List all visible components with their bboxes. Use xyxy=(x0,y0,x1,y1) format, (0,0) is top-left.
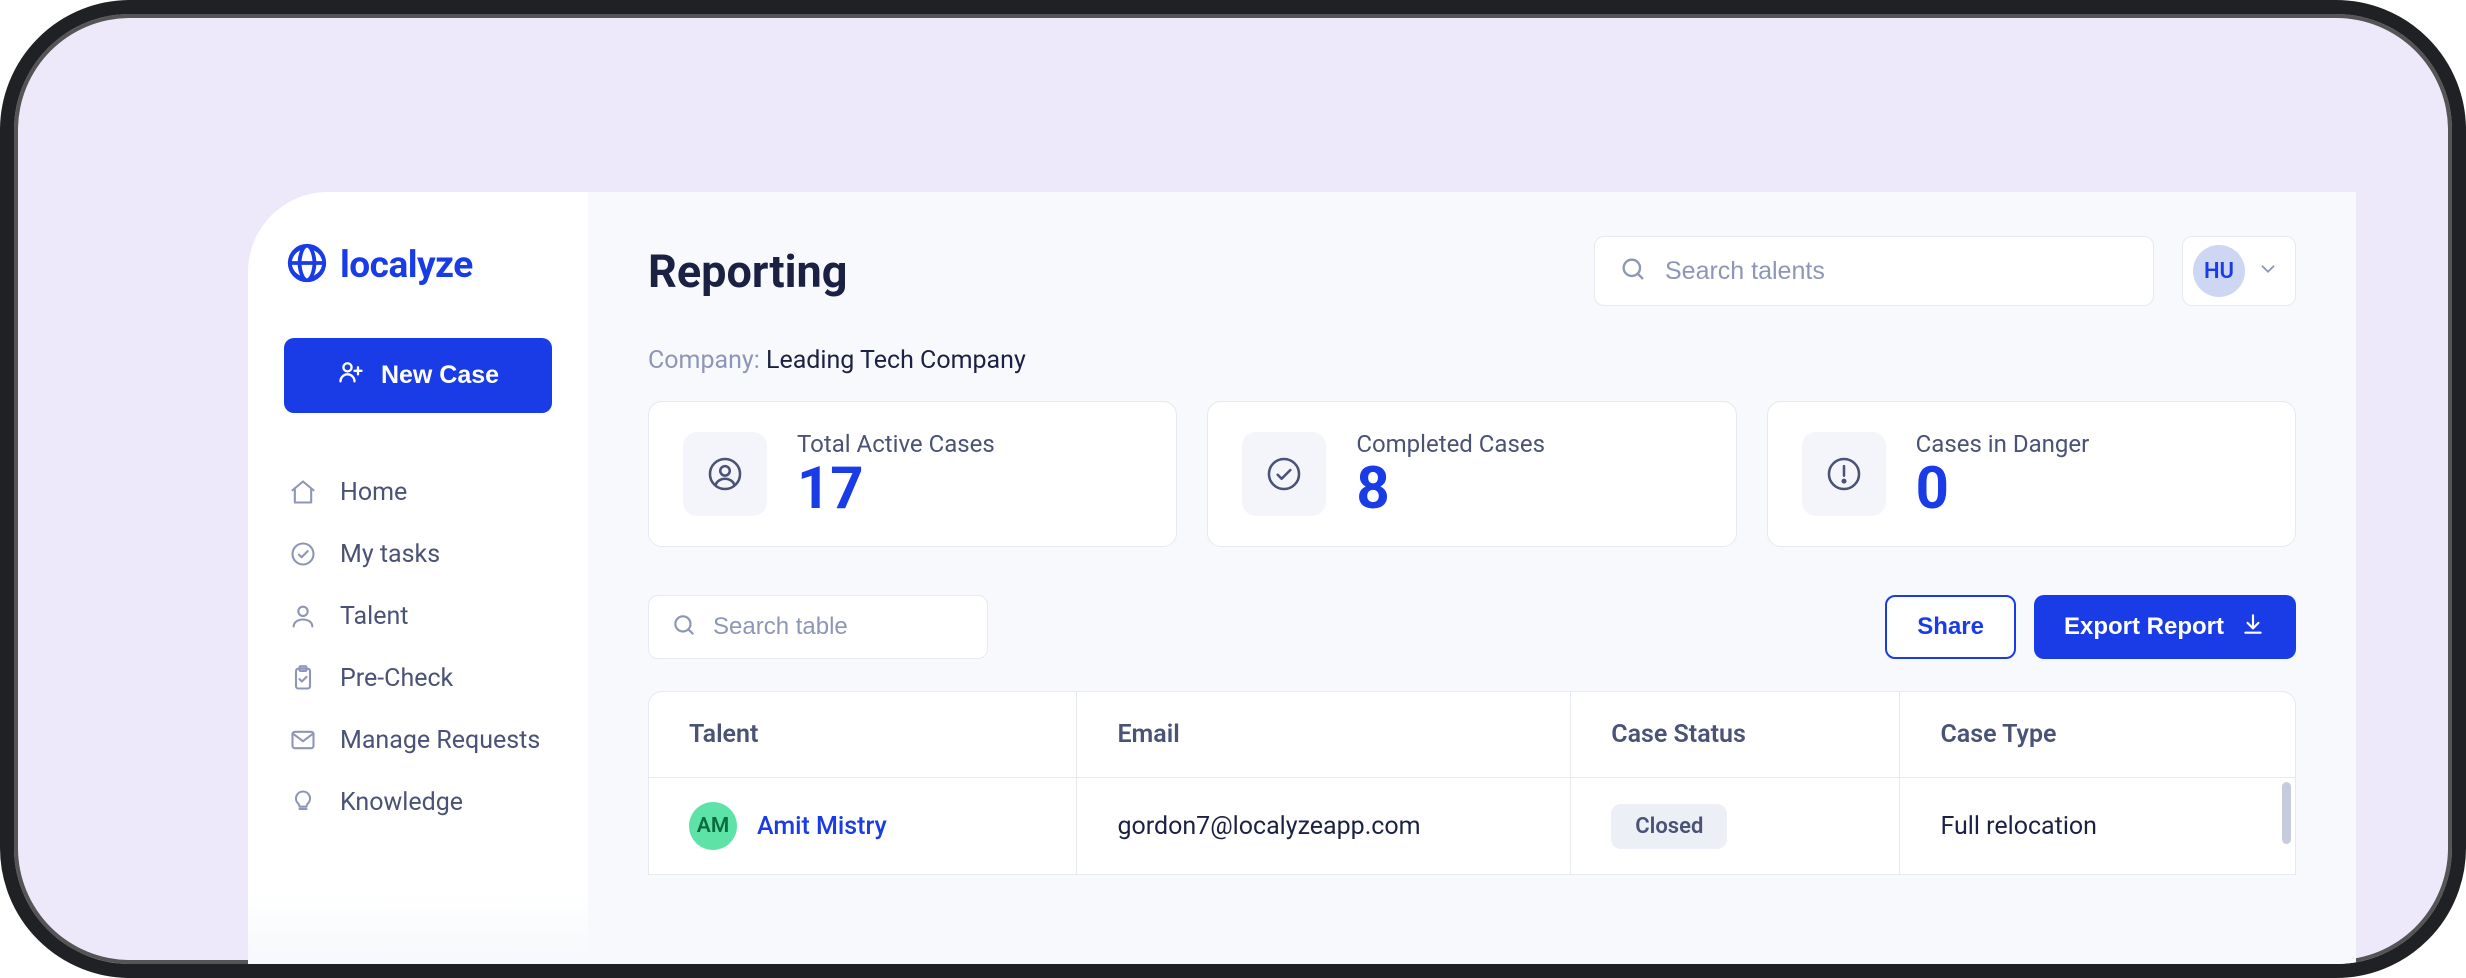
col-case-type[interactable]: Case Type xyxy=(1900,692,2295,778)
main-content: Reporting HU xyxy=(588,192,2356,964)
header-row: Reporting HU xyxy=(648,236,2296,306)
sidebar-item-manage-requests[interactable]: Manage Requests xyxy=(284,709,552,771)
sidebar-item-home[interactable]: Home xyxy=(284,461,552,523)
table-header-row: Talent Email Case Status Case Type xyxy=(649,692,2295,778)
alert-circle-icon xyxy=(1802,432,1886,516)
sidebar-item-label: Knowledge xyxy=(340,788,463,817)
sidebar-item-my-tasks[interactable]: My tasks xyxy=(284,523,552,585)
search-icon xyxy=(1619,255,1647,287)
sidebar-nav: Home My tasks Talent xyxy=(284,461,552,833)
sidebar-item-pre-check[interactable]: Pre-Check xyxy=(284,647,552,709)
table-wrap: Talent Email Case Status Case Type AM Am… xyxy=(648,691,2296,875)
talent-name-link[interactable]: Amit Mistry xyxy=(757,812,887,841)
company-line: Company: Leading Tech Company xyxy=(648,346,2296,375)
stat-row: Total Active Cases 17 Completed Cases 8 xyxy=(648,401,2296,547)
stat-value: 8 xyxy=(1356,460,1545,518)
header-right: HU xyxy=(1594,236,2296,306)
sidebar-item-label: My tasks xyxy=(340,540,440,569)
person-plus-icon xyxy=(337,358,365,393)
share-button[interactable]: Share xyxy=(1885,595,2016,659)
stat-label: Total Active Cases xyxy=(797,430,995,458)
sidebar-item-label: Home xyxy=(340,478,407,507)
home-icon xyxy=(288,477,318,507)
export-label: Export Report xyxy=(2064,613,2224,641)
sidebar: localyze New Case Home xyxy=(248,192,588,964)
download-icon xyxy=(2240,611,2266,644)
cell-case-type: Full relocation xyxy=(1900,778,2295,875)
check-circle-icon xyxy=(1242,432,1326,516)
sidebar-item-label: Pre-Check xyxy=(340,664,453,693)
table-row[interactable]: AM Amit Mistry gordon7@localyzeapp.com C… xyxy=(649,778,2295,875)
lightbulb-icon xyxy=(288,787,318,817)
clipboard-icon xyxy=(288,663,318,693)
table-scrollbar[interactable] xyxy=(2282,782,2291,844)
export-report-button[interactable]: Export Report xyxy=(2034,595,2296,659)
brand-logo[interactable]: localyze xyxy=(284,240,552,290)
person-circle-icon xyxy=(683,432,767,516)
col-case-status[interactable]: Case Status xyxy=(1571,692,1900,778)
talent-avatar: AM xyxy=(689,802,737,850)
device-frame: localyze New Case Home xyxy=(0,0,2466,978)
company-prefix: Company: xyxy=(648,346,766,375)
stat-label: Cases in Danger xyxy=(1916,430,2090,458)
sidebar-item-knowledge[interactable]: Knowledge xyxy=(284,771,552,833)
search-icon xyxy=(671,612,697,642)
new-case-button[interactable]: New Case xyxy=(284,338,552,413)
col-email[interactable]: Email xyxy=(1077,692,1571,778)
user-icon xyxy=(288,601,318,631)
user-menu[interactable]: HU xyxy=(2182,236,2296,306)
stat-value: 17 xyxy=(797,460,995,518)
status-badge: Closed xyxy=(1611,804,1727,849)
stat-label: Completed Cases xyxy=(1356,430,1545,458)
search-table[interactable] xyxy=(648,595,988,659)
cases-table: Talent Email Case Status Case Type AM Am… xyxy=(649,692,2295,874)
stat-card-completed: Completed Cases 8 xyxy=(1207,401,1736,547)
table-controls: Share Export Report xyxy=(648,595,2296,659)
cell-talent: AM Amit Mistry xyxy=(649,778,1077,875)
new-case-label: New Case xyxy=(381,361,499,390)
chevron-down-icon xyxy=(2257,258,2279,284)
sidebar-item-talent[interactable]: Talent xyxy=(284,585,552,647)
cell-email: gordon7@localyzeapp.com xyxy=(1077,778,1571,875)
search-table-input[interactable] xyxy=(713,613,1023,641)
search-talents[interactable] xyxy=(1594,236,2154,306)
stat-card-active: Total Active Cases 17 xyxy=(648,401,1177,547)
sidebar-item-label: Manage Requests xyxy=(340,726,540,755)
user-avatar: HU xyxy=(2193,245,2245,297)
company-name: Leading Tech Company xyxy=(766,346,1026,375)
app-window: localyze New Case Home xyxy=(248,192,2356,964)
stat-value: 0 xyxy=(1916,460,2090,518)
table-button-group: Share Export Report xyxy=(1885,595,2296,659)
page-title: Reporting xyxy=(648,245,848,298)
envelope-icon xyxy=(288,725,318,755)
globe-icon xyxy=(284,240,330,290)
col-talent[interactable]: Talent xyxy=(649,692,1077,778)
check-circle-icon xyxy=(288,539,318,569)
stat-card-danger: Cases in Danger 0 xyxy=(1767,401,2296,547)
search-talents-input[interactable] xyxy=(1665,257,2129,286)
cell-status: Closed xyxy=(1571,778,1900,875)
sidebar-item-label: Talent xyxy=(340,602,408,631)
share-label: Share xyxy=(1917,613,1984,641)
brand-text: localyze xyxy=(340,244,473,287)
